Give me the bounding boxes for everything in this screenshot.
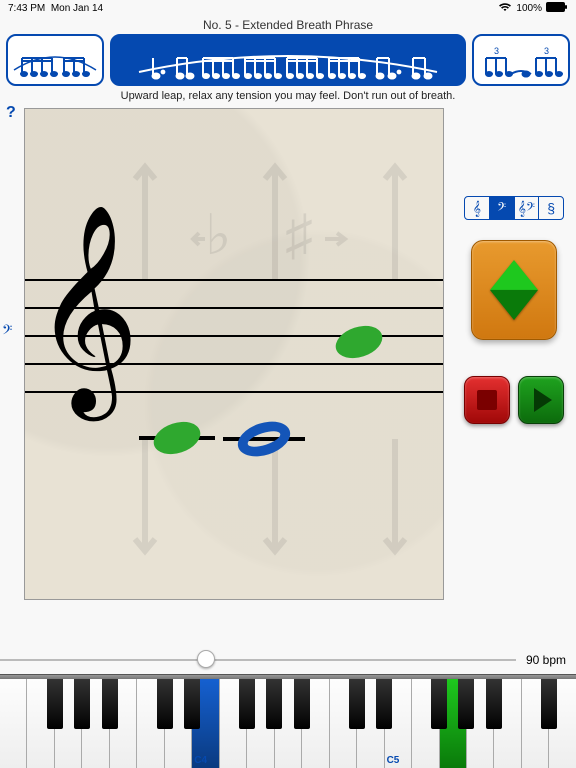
black-key[interactable] — [376, 679, 392, 729]
tempo-slider[interactable] — [0, 658, 516, 662]
help-icon[interactable]: ? — [6, 104, 16, 122]
black-key[interactable] — [349, 679, 365, 729]
black-key[interactable] — [431, 679, 447, 729]
stop-icon — [477, 390, 497, 410]
white-key[interactable] — [0, 679, 27, 768]
wifi-icon — [498, 2, 512, 15]
status-time-date: 7:43 PM Mon Jan 14 — [8, 3, 103, 14]
black-key[interactable] — [184, 679, 200, 729]
black-key[interactable] — [458, 679, 474, 729]
arrow-down-icon — [490, 290, 538, 320]
transpose-up-down-button[interactable] — [471, 240, 557, 340]
score-area[interactable]: ♭ ♯ 𝄞 — [24, 108, 444, 600]
status-bar: 7:43 PM Mon Jan 14 100% — [0, 0, 576, 16]
black-key[interactable] — [239, 679, 255, 729]
black-key[interactable] — [266, 679, 282, 729]
black-key[interactable] — [47, 679, 63, 729]
bg-arrow-icon — [375, 429, 415, 569]
notation-preview-next-icon: 3 3 — [476, 40, 566, 80]
svg-text:3: 3 — [494, 46, 499, 56]
prev-phrase-card[interactable] — [6, 34, 104, 86]
svg-text:♭: ♭ — [205, 209, 231, 266]
treble-clef-icon: 𝄞 — [33, 219, 139, 399]
segment-option[interactable]: 𝄞𝄢 — [515, 197, 540, 219]
tempo-row: 90 bpm — [0, 648, 576, 672]
key-label: C5 — [387, 755, 400, 766]
bg-arrow-icon — [255, 149, 295, 289]
page-title: No. 5 - Extended Breath Phrase — [0, 16, 576, 34]
play-icon — [534, 388, 552, 412]
staff: 𝄞 — [25, 279, 443, 419]
svg-text:♯: ♯ — [285, 209, 313, 266]
piano-keyboard[interactable]: C4 C5 — [0, 674, 576, 768]
bg-accidental-icon: ♭ ♯ — [175, 209, 355, 269]
battery-pct: 100% — [516, 3, 542, 14]
black-key[interactable] — [157, 679, 173, 729]
segment-option[interactable]: § — [539, 197, 563, 219]
current-phrase-card[interactable] — [110, 34, 466, 86]
bg-arrow-icon — [375, 149, 415, 289]
black-key[interactable] — [102, 679, 118, 729]
battery-icon — [546, 2, 568, 15]
black-key[interactable] — [541, 679, 557, 729]
status-right: 100% — [498, 2, 568, 15]
segment-option[interactable]: 𝄞 — [465, 197, 490, 219]
note[interactable] — [233, 415, 294, 462]
black-key[interactable] — [294, 679, 310, 729]
phrase-selector-row: 3 3 — [0, 34, 576, 88]
instruction-text: Upward leap, relax any tension you may f… — [0, 88, 576, 104]
stop-button[interactable] — [464, 376, 510, 424]
notation-preview-prev-icon — [10, 40, 100, 80]
play-button[interactable] — [518, 376, 564, 424]
black-key[interactable] — [486, 679, 502, 729]
arrow-up-icon — [490, 260, 538, 290]
bpm-label: 90 bpm — [516, 653, 576, 667]
notation-preview-current-icon — [133, 38, 443, 82]
clef-segmented-control[interactable]: 𝄞𝄢𝄞𝄢§ — [464, 196, 564, 220]
segment-option[interactable]: 𝄢 — [490, 197, 515, 219]
key-label: C4 — [194, 755, 207, 766]
svg-text:3: 3 — [544, 46, 549, 56]
note[interactable] — [150, 416, 205, 459]
next-phrase-card[interactable]: 3 3 — [472, 34, 570, 86]
bass-clef-icon[interactable]: 𝄢 — [2, 324, 12, 342]
black-key[interactable] — [74, 679, 90, 729]
